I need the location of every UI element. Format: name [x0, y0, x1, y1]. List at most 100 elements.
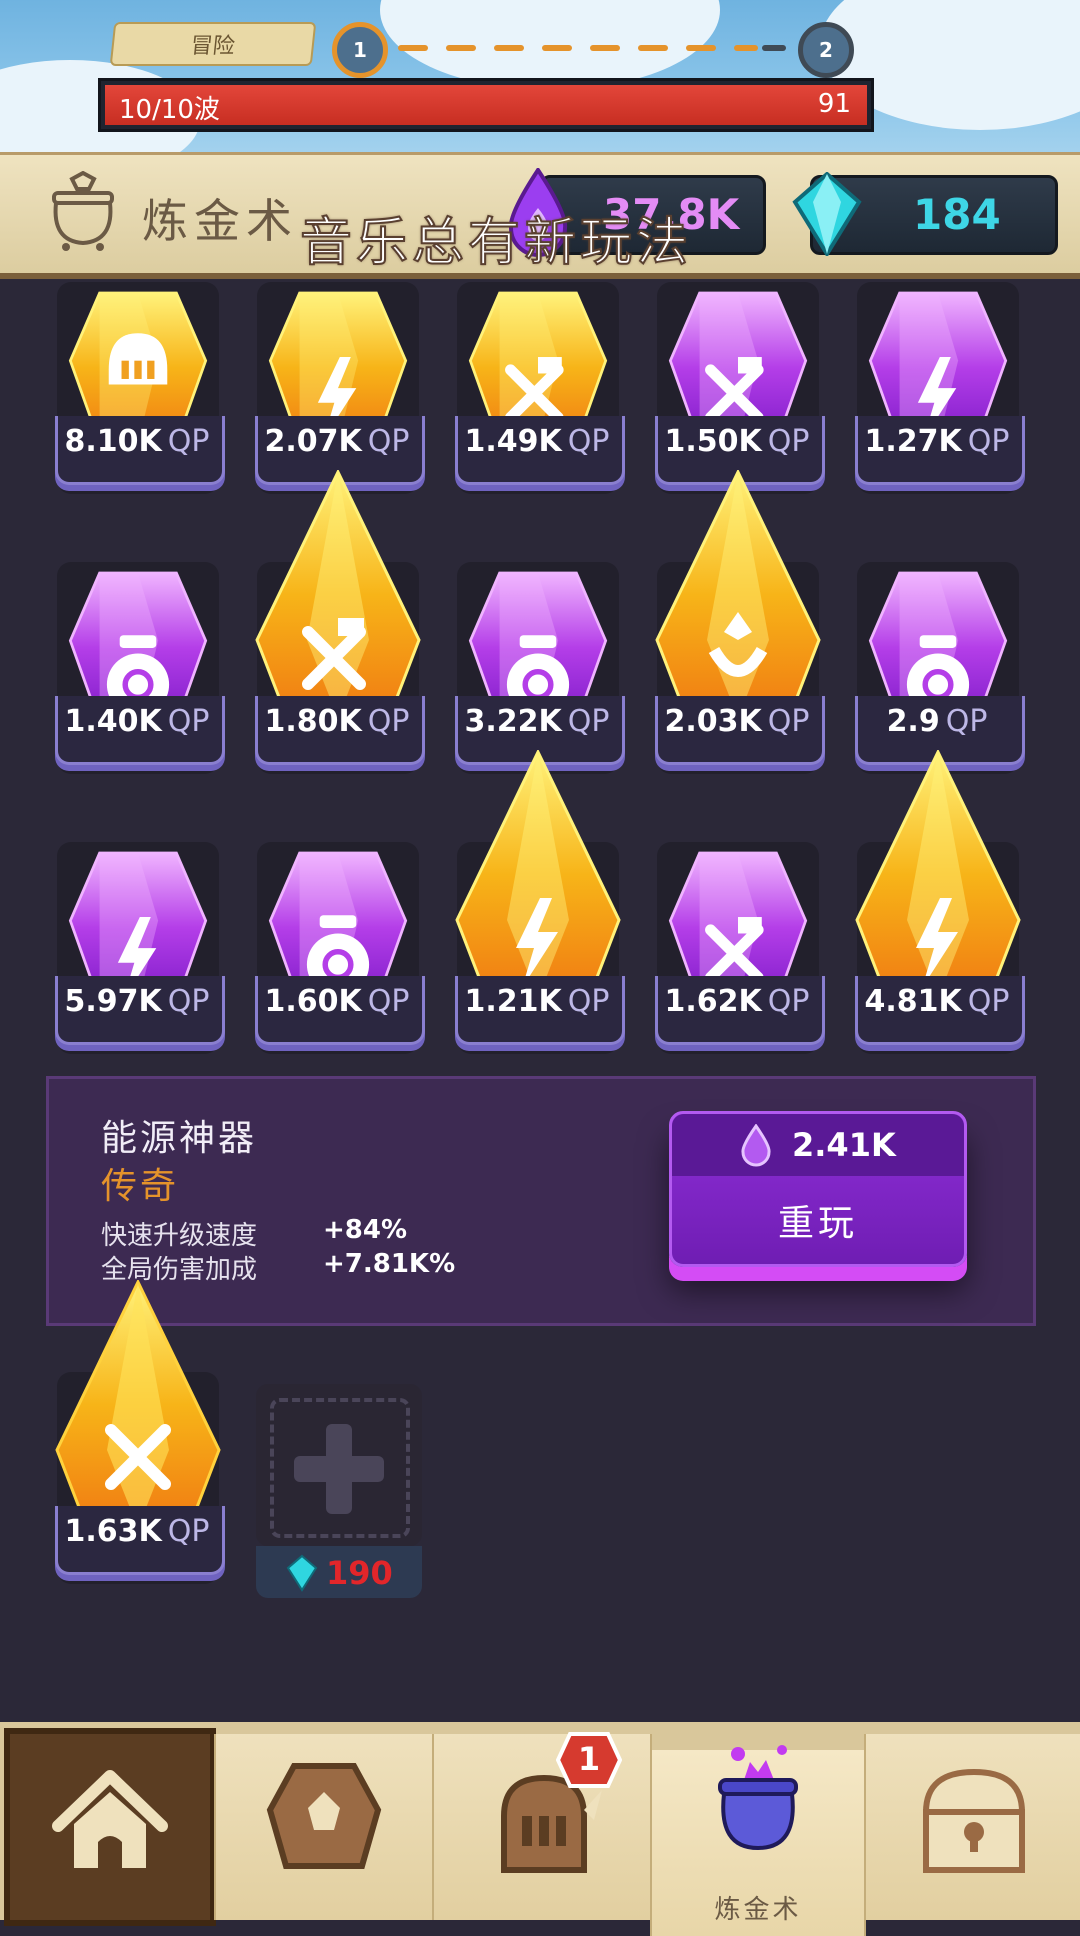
artifact-name: 能源神器: [101, 1118, 258, 1159]
stage-node-current-text: 1: [353, 38, 367, 62]
gem-value: 184: [913, 190, 1001, 239]
artifact-qp-value: 2.07K: [264, 424, 362, 459]
tab-skills[interactable]: [214, 1734, 434, 1920]
artifact-qp: 2.9 QP: [855, 704, 1019, 739]
artifact-qp-value: 1.63K: [64, 1514, 162, 1549]
artifact-qp-unit: QP: [567, 704, 610, 739]
artifact-slot[interactable]: 8.10K QP: [55, 270, 225, 506]
artifact-qp-value: 1.80K: [264, 704, 362, 739]
artifact-slot[interactable]: 1.62K QP: [655, 830, 825, 1066]
wave-count: 10/10波: [119, 95, 220, 125]
gem-icon: [286, 1554, 318, 1592]
artifact-slot[interactable]: 1.80K QP: [255, 470, 425, 786]
artifact-qp-unit: QP: [367, 984, 410, 1019]
artifact-qp-unit: QP: [367, 424, 410, 459]
reroll-button[interactable]: 2.41K 重玩: [669, 1111, 967, 1267]
stat-value: +7.81K%: [323, 1249, 456, 1279]
cauldron-icon: [52, 171, 114, 251]
stat-row: 快速升级速度 +84%: [101, 1215, 407, 1252]
artifact-qp-value: 1.49K: [464, 424, 562, 459]
artifact-qp: 1.50K QP: [655, 424, 819, 459]
stage-label-text: 冒险: [189, 34, 237, 59]
artifact-qp-unit: QP: [967, 424, 1010, 459]
artifact-qp: 1.27K QP: [855, 424, 1019, 459]
artifact-qp-unit: QP: [767, 984, 810, 1019]
artifact-qp-value: 2.03K: [664, 704, 762, 739]
artifact-qp-unit: QP: [567, 984, 610, 1019]
artifact-slot[interactable]: 1.40K QP: [55, 550, 225, 786]
equipped-artifact-slot[interactable]: 1.63K QP: [55, 1280, 225, 1596]
artifact-qp-unit: QP: [967, 984, 1010, 1019]
artifact-qp-value: 1.40K: [64, 704, 162, 739]
artifact-slot[interactable]: 1.21K QP: [455, 750, 625, 1066]
artifact-qp-unit: QP: [767, 424, 810, 459]
artifact-qp-unit: QP: [167, 984, 210, 1019]
house-icon: [52, 1770, 168, 1868]
artifact-qp: 1.80K QP: [255, 704, 419, 739]
artifact-rarity: 传奇: [101, 1166, 180, 1207]
stat-value: +84%: [323, 1215, 408, 1245]
wave-progress-bar: 10/10波 91: [98, 78, 874, 132]
page-title: 炼金术: [142, 194, 298, 248]
artifact-qp-unit: QP: [167, 704, 210, 739]
notification-badge-count: 1: [577, 1740, 601, 1778]
artifact-qp-value: 1.27K: [864, 424, 962, 459]
artifact-qp: 2.07K QP: [255, 424, 419, 459]
gem-icon: [792, 172, 862, 256]
artifact-qp-value: 3.22K: [464, 704, 562, 739]
artifact-qp-unit: QP: [567, 424, 610, 459]
tab-alchemy-label: 炼金术: [714, 1895, 802, 1925]
artifact-qp-value: 1.62K: [664, 984, 762, 1019]
artifact-qp: 1.63K QP: [55, 1514, 219, 1549]
artifact-slot[interactable]: 5.97K QP: [55, 830, 225, 1066]
qp-drop-icon: [741, 1124, 771, 1167]
artifact-qp-unit: QP: [767, 704, 810, 739]
artifact-qp: 8.10K QP: [55, 424, 219, 459]
add-slot-cost-value: 190: [326, 1554, 393, 1592]
stage-node-current[interactable]: 1: [332, 22, 388, 78]
artifact-qp-unit: QP: [367, 704, 410, 739]
tab-alchemy[interactable]: 炼金术: [650, 1745, 866, 1936]
add-slot-frame: [256, 1384, 422, 1546]
tab-home[interactable]: [4, 1728, 216, 1926]
artifact-slot[interactable]: 1.27K QP: [855, 270, 1025, 506]
artifact-qp: 1.49K QP: [455, 424, 619, 459]
artifact-qp-unit: QP: [167, 1514, 210, 1549]
artifact-qp: 1.62K QP: [655, 984, 819, 1019]
reroll-cost: 2.41K: [792, 1126, 896, 1164]
artifact-qp-value: 2.9: [886, 704, 940, 739]
artifact-qp: 1.40K QP: [55, 704, 219, 739]
add-slot-button[interactable]: 190: [256, 1384, 422, 1600]
artifact-qp: 1.21K QP: [455, 984, 619, 1019]
reroll-label: 重玩: [777, 1203, 858, 1244]
artifact-qp: 1.60K QP: [255, 984, 419, 1019]
stage-label[interactable]: 冒险: [109, 22, 317, 66]
artifact-qp-value: 4.81K: [864, 984, 962, 1019]
artifact-qp-value: 1.60K: [264, 984, 362, 1019]
artifact-qp-value: 8.10K: [64, 424, 162, 459]
artifact-slot[interactable]: 1.49K QP: [455, 270, 625, 506]
artifact-slot[interactable]: 4.81K QP: [855, 750, 1025, 1066]
tab-treasure[interactable]: [864, 1734, 1080, 1920]
artifact-qp-value: 5.97K: [64, 984, 162, 1019]
artifact-qp: 3.22K QP: [455, 704, 619, 739]
artifact-qp-value: 1.50K: [664, 424, 762, 459]
watermark-text: 音乐总有新玩法: [299, 212, 693, 274]
artifact-qp-value: 1.21K: [464, 984, 562, 1019]
artifact-slot[interactable]: 2.03K QP: [655, 470, 825, 786]
bottom-nav: 炼金术: [0, 1722, 1080, 1936]
stat-label: 快速升级速度: [101, 1221, 258, 1251]
artifact-qp: 5.97K QP: [55, 984, 219, 1019]
stage-node-next-text: 2: [819, 38, 833, 62]
rune-stone-icon: [266, 1763, 382, 1869]
gem-resource: 184: [792, 172, 1058, 256]
artifact-qp: 4.81K QP: [855, 984, 1019, 1019]
treasure-chest-icon: [922, 1768, 1026, 1873]
stage-node-next[interactable]: 2: [798, 22, 854, 78]
cauldron-icon: [718, 1745, 798, 1851]
artifact-qp-unit: QP: [945, 704, 988, 739]
artifact-slot[interactable]: 1.60K QP: [255, 830, 425, 1066]
helmet-icon: [108, 333, 168, 385]
artifact-qp-unit: QP: [167, 424, 210, 459]
artifact-qp: 2.03K QP: [655, 704, 819, 739]
